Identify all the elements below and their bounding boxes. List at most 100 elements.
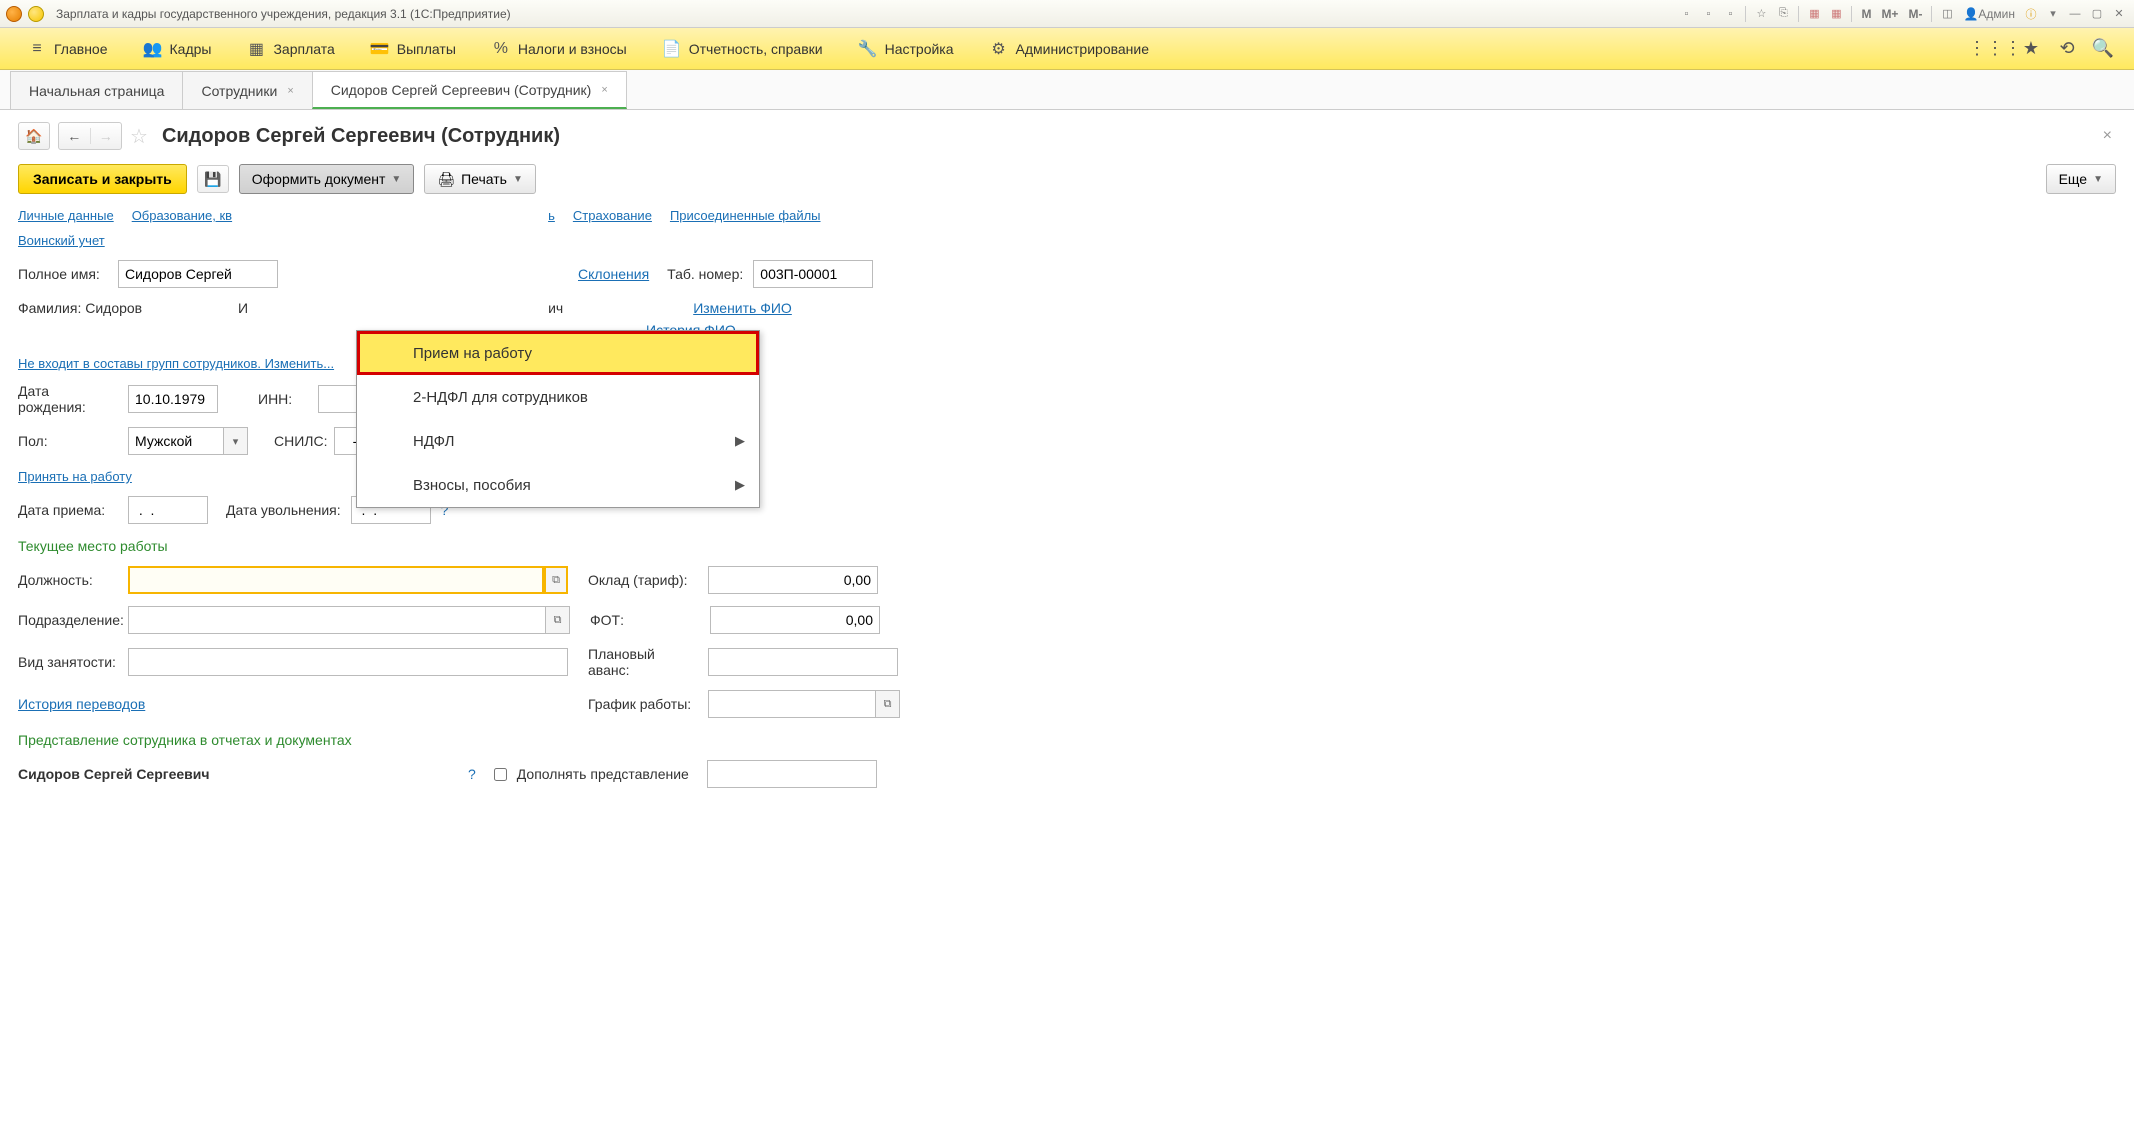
dd-hire[interactable]: Прием на работу xyxy=(357,331,759,375)
tb-panels-icon[interactable]: ◫ xyxy=(1938,5,1956,23)
menu-hr[interactable]: 👥Кадры xyxy=(126,28,230,69)
hamburger-icon: ≡ xyxy=(28,40,46,58)
separator xyxy=(1798,6,1799,22)
menu-settings[interactable]: 🔧Настройка xyxy=(841,28,972,69)
advance-input[interactable] xyxy=(708,648,898,676)
history-icon[interactable]: ⟲ xyxy=(2056,38,2078,60)
chevron-down-icon: ▼ xyxy=(2093,174,2103,185)
menu-salary[interactable]: ▦Зарплата xyxy=(229,28,352,69)
minimize-icon[interactable]: — xyxy=(2066,5,2084,23)
name-label: И xyxy=(238,300,248,316)
extend-repr-checkbox[interactable] xyxy=(494,768,507,781)
wrench-icon: 🔧 xyxy=(859,40,877,58)
favorite-star-icon[interactable]: ☆ xyxy=(130,124,148,149)
chevron-down-icon: ▼ xyxy=(513,174,523,185)
menu-taxes[interactable]: %Налоги и взносы xyxy=(474,28,645,69)
hiredate-input[interactable] xyxy=(128,496,208,524)
link-declensions[interactable]: Склонения xyxy=(578,266,649,282)
snils-label: СНИЛС: xyxy=(274,433,324,449)
tb-user-label[interactable]: 👤 Админ xyxy=(1960,5,2018,23)
menu-admin[interactable]: ⚙Администрирование xyxy=(972,28,1168,69)
app-icon-refresh[interactable] xyxy=(28,6,44,22)
gender-label: Пол: xyxy=(18,433,118,449)
tb-cal1-icon[interactable]: ▦ xyxy=(1805,5,1823,23)
dept-label: Подразделение: xyxy=(18,612,118,628)
salary-input[interactable] xyxy=(708,566,878,594)
create-document-button[interactable]: Оформить документ▼ xyxy=(239,164,415,194)
tb-memory-mp[interactable]: M+ xyxy=(1878,5,1901,23)
menu-main[interactable]: ≡Главное xyxy=(10,28,126,69)
dob-input[interactable] xyxy=(128,385,218,413)
card-icon: 💳 xyxy=(371,40,389,58)
tab-close-icon[interactable]: × xyxy=(601,84,607,96)
link-hire[interactable]: Принять на работу xyxy=(18,469,132,484)
tb-save-icon[interactable]: ▫ xyxy=(1721,5,1739,23)
link-education[interactable]: Образование, кв xyxy=(132,208,232,223)
tab-employee-card[interactable]: Сидоров Сергей Сергеевич (Сотрудник)× xyxy=(312,71,627,109)
link-family-end[interactable]: ь xyxy=(548,208,555,223)
maximize-icon[interactable]: ▢ xyxy=(2088,5,2106,23)
tb-memory-mm[interactable]: M- xyxy=(1905,5,1925,23)
submenu-arrow-icon: ▶ xyxy=(735,477,745,493)
percent-icon: % xyxy=(492,40,510,58)
link-transfers[interactable]: История переводов xyxy=(18,696,118,712)
fullname-input[interactable] xyxy=(118,260,278,288)
firedate-label: Дата увольнения: xyxy=(226,502,341,518)
tab-start-page[interactable]: Начальная страница xyxy=(10,71,183,109)
tb-cal2-icon[interactable]: ▦ xyxy=(1827,5,1845,23)
tb-link-icon[interactable]: ⎘ xyxy=(1774,5,1792,23)
link-groups[interactable]: Не входит в составы групп сотрудников. И… xyxy=(18,356,334,371)
help-icon[interactable]: ? xyxy=(468,766,476,782)
hiredate-label: Дата приема: xyxy=(18,502,118,518)
pick-icon[interactable]: ⧉ xyxy=(546,606,570,634)
fot-input[interactable] xyxy=(710,606,880,634)
link-insurance[interactable]: Страхование xyxy=(573,208,652,223)
print-button[interactable]: 🖨Печать▼ xyxy=(424,164,536,194)
position-input[interactable] xyxy=(128,566,544,594)
tabnum-input[interactable] xyxy=(753,260,873,288)
schedule-label: График работы: xyxy=(588,696,698,712)
tabs-row: Начальная страница Сотрудники× Сидоров С… xyxy=(0,70,2134,110)
gender-select[interactable] xyxy=(128,427,224,455)
tb-open-icon[interactable]: ▫ xyxy=(1699,5,1717,23)
tab-close-icon[interactable]: × xyxy=(287,85,293,97)
salary-label: Оклад (тариф): xyxy=(588,572,698,588)
save-button[interactable]: 💾 xyxy=(197,165,229,193)
menu-payments[interactable]: 💳Выплаты xyxy=(353,28,474,69)
link-change-fio[interactable]: Изменить ФИО xyxy=(693,300,792,316)
back-button[interactable]: ← xyxy=(59,128,90,144)
link-military[interactable]: Воинский учет xyxy=(18,233,105,248)
schedule-input[interactable] xyxy=(708,690,876,718)
forward-button[interactable]: → xyxy=(90,128,122,144)
separator xyxy=(1745,6,1746,22)
pick-icon[interactable]: ⧉ xyxy=(544,566,568,594)
nav-buttons: ← → xyxy=(58,122,122,150)
inn-label: ИНН: xyxy=(258,391,308,407)
pick-icon[interactable]: ⧉ xyxy=(876,690,900,718)
tb-fav-icon[interactable]: ☆ xyxy=(1752,5,1770,23)
tb-info-icon[interactable]: ⓘ xyxy=(2022,5,2040,23)
link-files[interactable]: Присоединенные файлы xyxy=(670,208,821,223)
extend-repr-input[interactable] xyxy=(707,760,877,788)
home-button[interactable]: 🏠 xyxy=(18,122,50,150)
star-icon[interactable]: ★ xyxy=(2020,38,2042,60)
menu-reports[interactable]: 📄Отчетность, справки xyxy=(645,28,841,69)
search-icon[interactable]: 🔍 xyxy=(2092,38,2114,60)
close-icon[interactable]: ✕ xyxy=(2110,5,2128,23)
apps-icon[interactable]: ⋮⋮⋮ xyxy=(1984,38,2006,60)
tab-employees[interactable]: Сотрудники× xyxy=(182,71,312,109)
tb-new-icon[interactable]: ▫ xyxy=(1677,5,1695,23)
save-close-button[interactable]: Записать и закрыть xyxy=(18,164,187,194)
more-button[interactable]: Еще▼ xyxy=(2046,164,2116,194)
dropdown-icon[interactable]: ▾ xyxy=(224,427,248,455)
dd-ndfl[interactable]: НДФЛ▶ xyxy=(357,419,759,463)
dd-2ndfl[interactable]: 2-НДФЛ для сотрудников xyxy=(357,375,759,419)
repr-header: Представление сотрудника в отчетах и док… xyxy=(18,732,2116,748)
page-close-icon[interactable]: × xyxy=(2103,127,2116,145)
link-personal[interactable]: Личные данные xyxy=(18,208,114,223)
tb-dropdown-icon[interactable]: ▾ xyxy=(2044,5,2062,23)
tb-memory-m[interactable]: M xyxy=(1858,5,1874,23)
dept-input[interactable] xyxy=(128,606,546,634)
dd-contrib[interactable]: Взносы, пособия▶ xyxy=(357,463,759,507)
emptype-input[interactable] xyxy=(128,648,568,676)
